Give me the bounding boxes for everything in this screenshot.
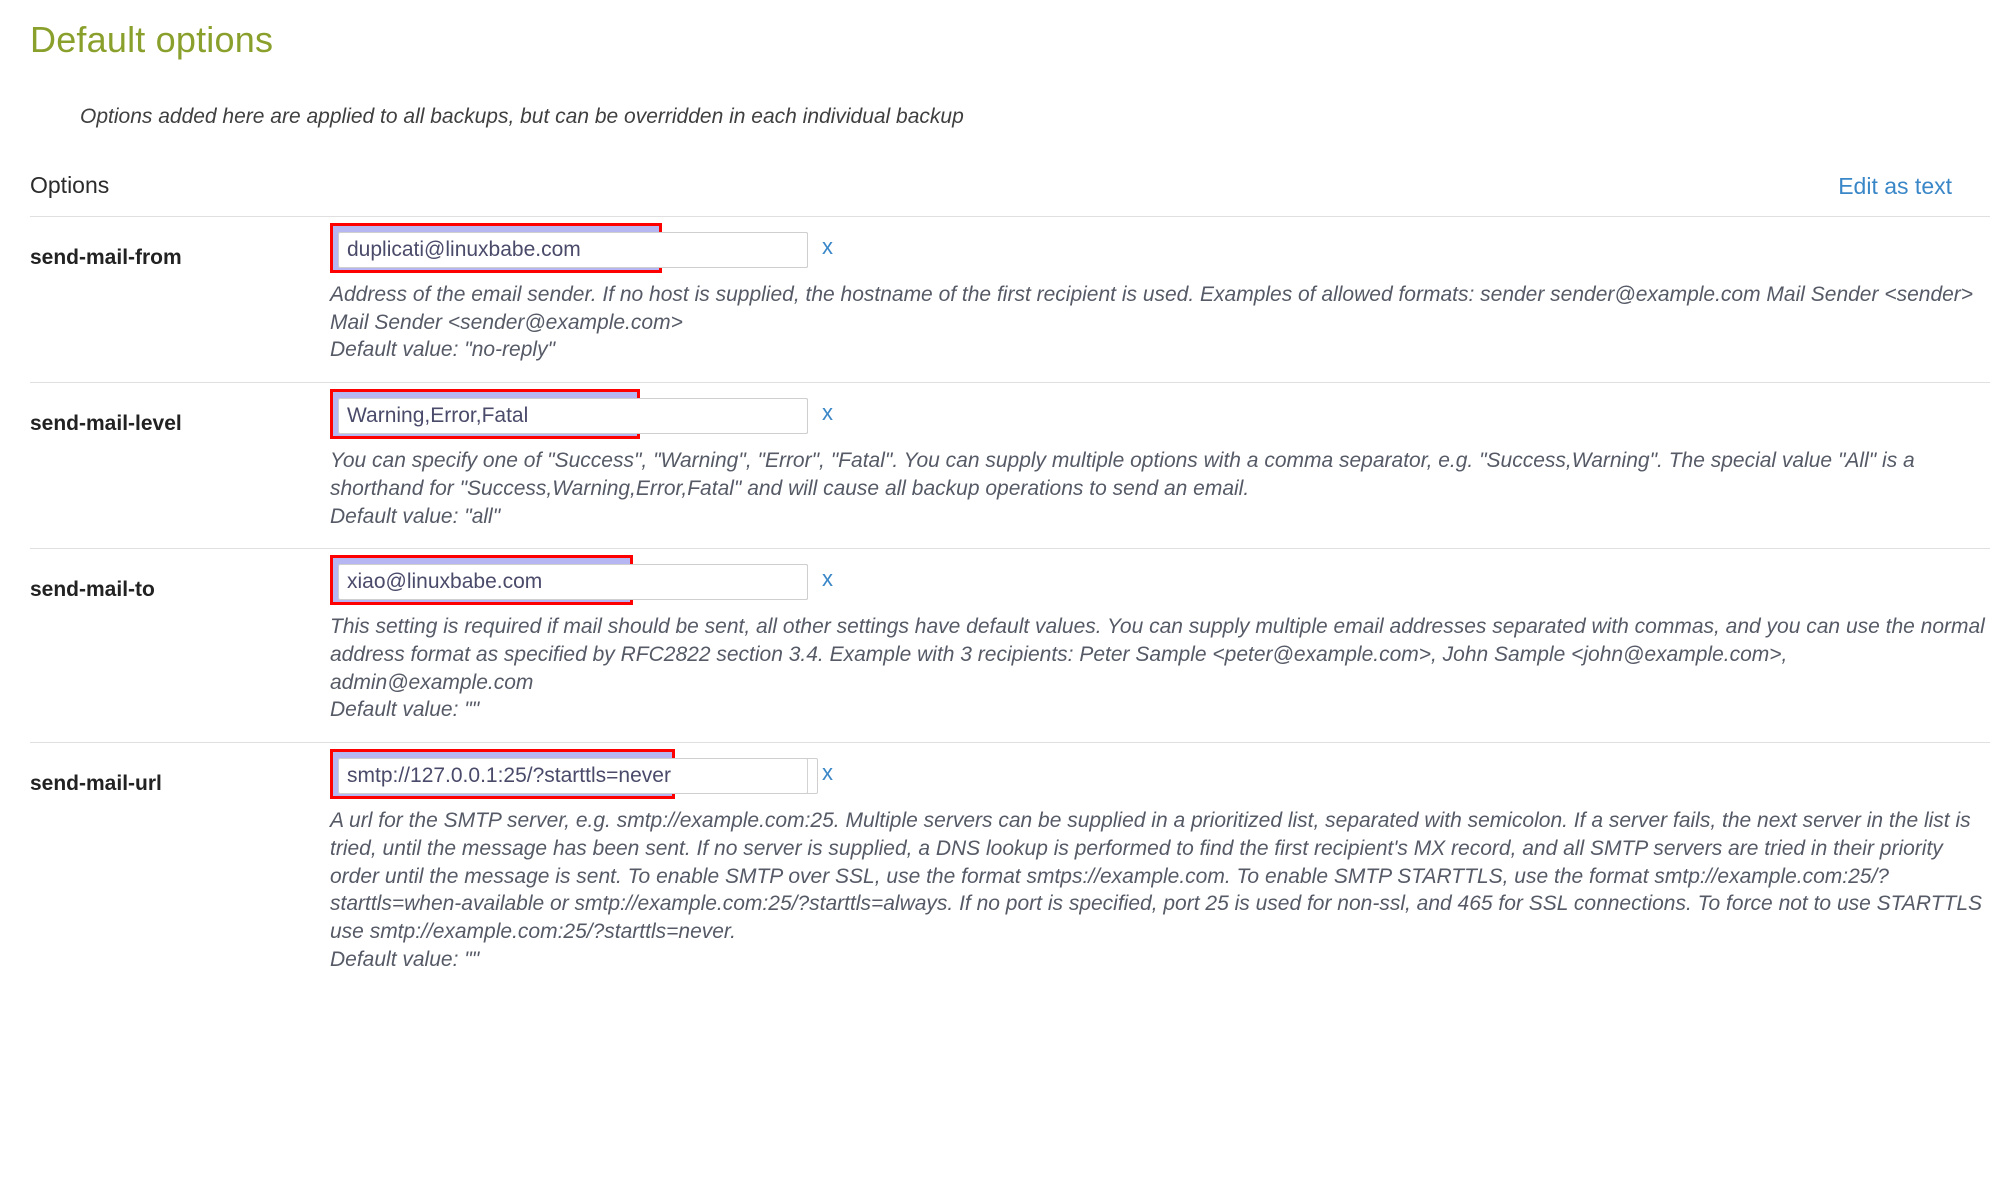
page-title: Default options <box>30 19 274 60</box>
option-field-zone: x <box>330 743 1990 805</box>
option-row-send-mail-url: send-mail-url x A url for the SMTP serve… <box>30 742 1990 991</box>
remove-option-icon[interactable]: x <box>822 566 833 592</box>
options-header-bar: Options Edit as text <box>30 172 1970 214</box>
option-field-zone: x <box>330 217 1990 279</box>
option-field-zone: x <box>330 383 1990 445</box>
option-key-label: send-mail-to <box>30 578 155 602</box>
option-value-input[interactable] <box>338 758 818 795</box>
option-default-value: Default value: "all" <box>330 504 501 528</box>
options-label: Options <box>30 172 110 198</box>
option-row-send-mail-from: send-mail-from x Address of the email se… <box>30 216 1990 382</box>
options-list: send-mail-from x Address of the email se… <box>30 216 1990 992</box>
option-value-input[interactable] <box>338 564 808 601</box>
option-description-text: You can specify one of "Success", "Warni… <box>330 449 1915 500</box>
option-description-text: Address of the email sender. If no host … <box>330 283 1974 334</box>
option-field-zone: x <box>330 549 1990 611</box>
option-key-label: send-mail-level <box>30 412 182 436</box>
option-key-label: send-mail-from <box>30 246 182 269</box>
option-key-label: send-mail-url <box>30 772 162 796</box>
option-row-send-mail-level: send-mail-level x You can specify one of… <box>30 382 1990 548</box>
option-default-value: Default value: "no-reply" <box>330 338 556 362</box>
option-value-input[interactable] <box>338 398 808 435</box>
default-options-page: Default options Options added here are a… <box>0 0 2000 1180</box>
remove-option-icon[interactable]: x <box>822 760 833 786</box>
option-default-value: Default value: "" <box>330 947 480 971</box>
edit-as-text-link[interactable]: Edit as text <box>1838 173 1952 200</box>
option-value-input[interactable] <box>338 232 808 268</box>
option-description: This setting is required if mail should … <box>330 611 1990 742</box>
option-default-value: Default value: "" <box>330 698 480 722</box>
option-description-text: A url for the SMTP server, e.g. smtp://e… <box>330 809 1983 944</box>
option-description: Address of the email sender. If no host … <box>330 279 1990 382</box>
remove-option-icon[interactable]: x <box>822 400 833 426</box>
option-description: You can specify one of "Success", "Warni… <box>330 445 1990 548</box>
remove-option-icon[interactable]: x <box>822 234 833 260</box>
option-description: A url for the SMTP server, e.g. smtp://e… <box>330 805 1990 991</box>
page-subtitle: Options added here are applied to all ba… <box>80 105 964 128</box>
option-row-send-mail-to: send-mail-to x This setting is required … <box>30 548 1990 742</box>
option-description-text: This setting is required if mail should … <box>330 615 1985 694</box>
